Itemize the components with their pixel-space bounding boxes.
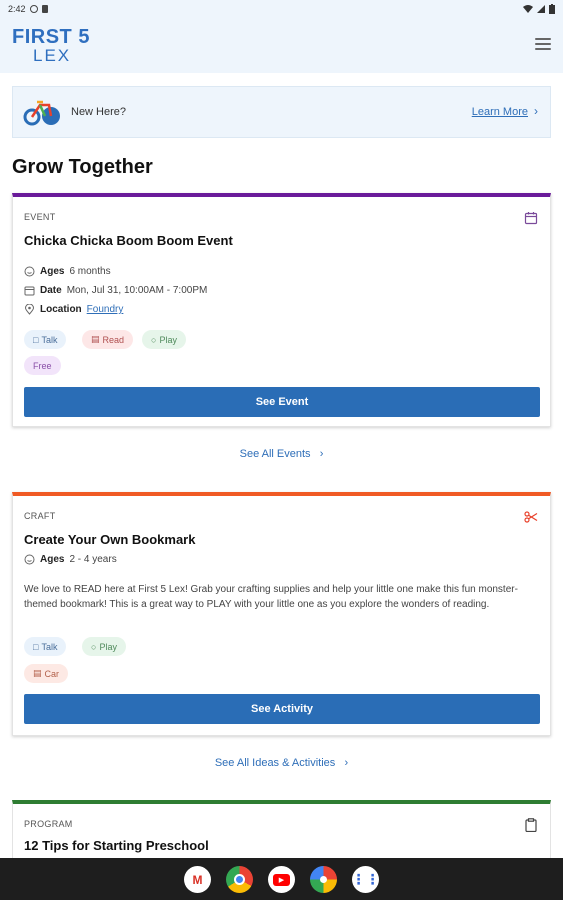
- gmail-icon[interactable]: M: [184, 866, 211, 893]
- read-chip: ▤ Read: [82, 330, 134, 349]
- location-row: Location Foundry: [24, 304, 123, 315]
- chevron-right-icon[interactable]: ›: [534, 104, 538, 118]
- card-title: Chicka Chicka Boom Boom Event: [24, 233, 233, 248]
- ages-row: Ages 6 months: [24, 266, 111, 277]
- location-pin-icon: [24, 304, 35, 315]
- chevron-right-icon: ›: [313, 448, 324, 460]
- ages-value: 2 - 4 years: [69, 554, 117, 565]
- app-header: FIRST 5 LEX: [0, 18, 563, 73]
- logo-bottom-text: LEX: [33, 46, 72, 65]
- scissors-icon: [524, 511, 538, 523]
- first5lex-logo[interactable]: FIRST 5 LEX: [12, 26, 96, 66]
- chevron-right-icon: ›: [338, 757, 349, 769]
- ages-label: Ages: [40, 554, 65, 565]
- event-card[interactable]: EVENT Chicka Chicka Boom Boom Event Ages…: [12, 193, 551, 427]
- chat-bubble-icon: □: [33, 334, 39, 345]
- youtube-icon[interactable]: ▶: [268, 866, 295, 893]
- new-here-text: New Here?: [71, 106, 127, 118]
- status-bar: 2:42: [0, 0, 563, 18]
- smile-icon: [24, 266, 35, 277]
- card-type-label: PROGRAM: [24, 819, 73, 829]
- calendar-icon: [524, 212, 538, 225]
- screen: 2:42 FIRST 5 LEX New Here? Learn More › …: [0, 0, 563, 900]
- notification-icon: [29, 5, 38, 13]
- free-chip: Free: [24, 356, 61, 375]
- location-label: Location: [40, 304, 82, 315]
- ages-row: Ages 2 - 4 years: [24, 554, 117, 565]
- card-title: Create Your Own Bookmark: [24, 532, 196, 547]
- card-title: 12 Tips for Starting Preschool: [24, 838, 209, 853]
- photos-icon[interactable]: [310, 866, 337, 893]
- chat-bubble-icon: □: [33, 641, 39, 652]
- activity-description: We love to READ here at First 5 Lex! Gra…: [24, 584, 518, 610]
- bike-icon: [23, 100, 60, 126]
- car-icon: ▤: [33, 668, 42, 678]
- play-chip: ○ Play: [82, 637, 126, 656]
- hamburger-menu-icon[interactable]: [535, 38, 551, 52]
- learn-more-link[interactable]: Learn More: [472, 106, 528, 118]
- location-link[interactable]: Foundry: [87, 304, 124, 315]
- talk-chip: □ Talk: [24, 330, 67, 349]
- new-here-banner: New Here? Learn More ›: [12, 86, 551, 138]
- ages-label: Ages: [40, 266, 65, 277]
- hand-icon: ○: [91, 641, 97, 652]
- status-time: 2:42: [8, 4, 26, 14]
- date-label: Date: [40, 285, 62, 296]
- date-row: Date Mon, Jul 31, 10:00AM - 7:00PM: [24, 285, 207, 296]
- talk-chip: □ Talk: [24, 637, 67, 656]
- section-title: Grow Together: [12, 156, 153, 178]
- play-chip: ○ Play: [142, 330, 186, 349]
- chrome-icon[interactable]: [226, 866, 253, 893]
- apps-icon[interactable]: ⋮⋮: [352, 866, 380, 893]
- card-type-label: CRAFT: [24, 511, 56, 521]
- program-card[interactable]: PROGRAM 12 Tips for Starting Preschool: [12, 800, 551, 858]
- battery-icon: [549, 4, 555, 14]
- see-all-events-link[interactable]: See All Events ›: [0, 448, 563, 460]
- calendar-small-icon: [24, 286, 35, 296]
- see-activity-button[interactable]: See Activity: [24, 694, 540, 724]
- see-event-button[interactable]: See Event: [24, 387, 540, 417]
- see-all-ideas-link[interactable]: See All Ideas & Activities ›: [0, 757, 563, 769]
- smile-icon: [24, 554, 35, 565]
- date-value: Mon, Jul 31, 10:00AM - 7:00PM: [66, 285, 208, 296]
- ages-value: 6 months: [69, 266, 111, 277]
- clipboard-icon: [525, 818, 537, 832]
- card-type-label: EVENT: [24, 212, 56, 222]
- taskbar-dock: M ▶ ⋮⋮: [0, 858, 563, 900]
- car-chip: ▤ Car: [24, 664, 69, 683]
- signal-icon: [537, 5, 545, 13]
- wifi-icon: [523, 5, 533, 13]
- sim-icon: [41, 5, 48, 13]
- craft-card[interactable]: CRAFT Create Your Own Bookmark Ages 2 - …: [12, 492, 551, 736]
- hand-icon: ○: [151, 334, 157, 345]
- book-icon: ▤: [91, 334, 100, 344]
